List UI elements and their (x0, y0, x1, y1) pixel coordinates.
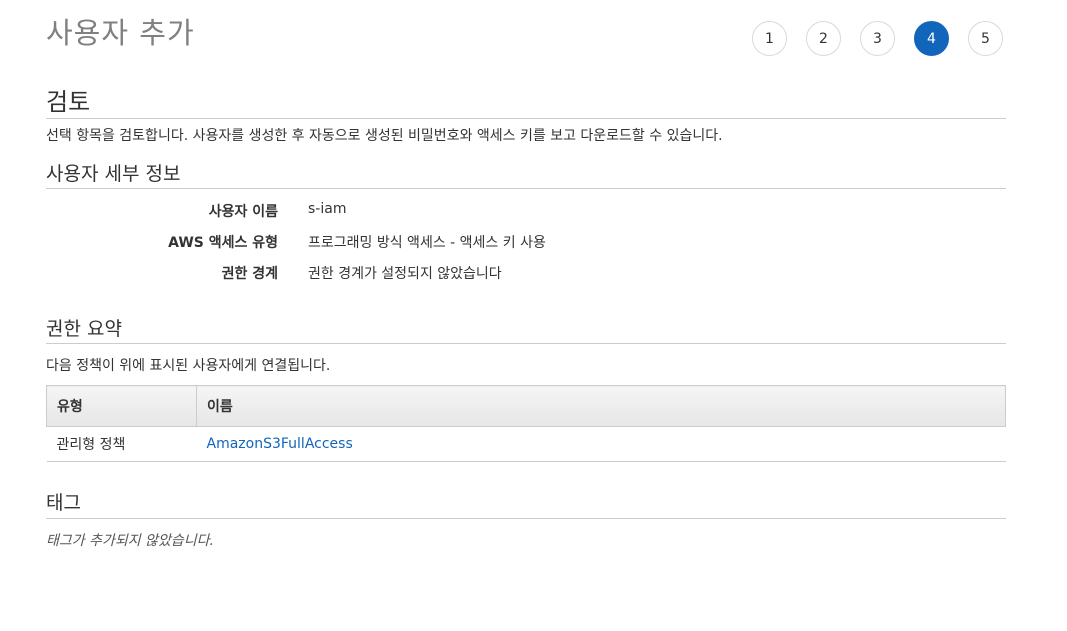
username-label: 사용자 이름 (208, 204, 278, 220)
wizard-steps: 1 2 3 4 5 (752, 21, 1022, 56)
user-details-divider (46, 188, 1006, 189)
table-row: 관리형 정책 AmazonS3FullAccess (46, 426, 1006, 462)
permissions-description: 다음 정책이 위에 표시된 사용자에게 연결됩니다. (46, 358, 331, 374)
access-type-label: AWS 액세스 유형 (168, 235, 278, 251)
step-2[interactable]: 2 (806, 21, 841, 56)
tags-divider (46, 518, 1006, 519)
username-value: s-iam (308, 201, 347, 217)
table-header-row: 유형 이름 (46, 385, 1006, 427)
permission-boundary-label: 권한 경계 (221, 266, 278, 282)
step-1[interactable]: 1 (752, 21, 787, 56)
access-type-value: 프로그래밍 방식 액세스 - 액세스 키 사용 (308, 235, 546, 251)
page-title: 사용자 추가 (46, 16, 195, 50)
permission-boundary-value: 권한 경계가 설정되지 않았습니다 (308, 266, 502, 282)
column-header-type: 유형 (46, 385, 197, 427)
tags-empty-text: 태그가 추가되지 않았습니다. (46, 533, 214, 549)
policy-name-link[interactable]: AmazonS3FullAccess (207, 436, 353, 452)
permissions-divider (46, 343, 1006, 344)
permissions-table: 유형 이름 관리형 정책 AmazonS3FullAccess (46, 385, 1006, 462)
review-description: 선택 항목을 검토합니다. 사용자를 생성한 후 자동으로 생성된 비밀번호와 … (46, 128, 723, 144)
review-divider (46, 118, 1006, 119)
step-4-current[interactable]: 4 (914, 21, 949, 56)
step-3[interactable]: 3 (860, 21, 895, 56)
user-details-title: 사용자 세부 정보 (46, 163, 181, 185)
policy-name-cell: AmazonS3FullAccess (196, 426, 1006, 462)
column-header-name: 이름 (196, 385, 1006, 427)
step-5[interactable]: 5 (968, 21, 1003, 56)
policy-type-cell: 관리형 정책 (46, 426, 197, 462)
permissions-title: 권한 요약 (46, 318, 122, 340)
tags-title: 태그 (46, 492, 81, 514)
review-title: 검토 (46, 88, 91, 116)
